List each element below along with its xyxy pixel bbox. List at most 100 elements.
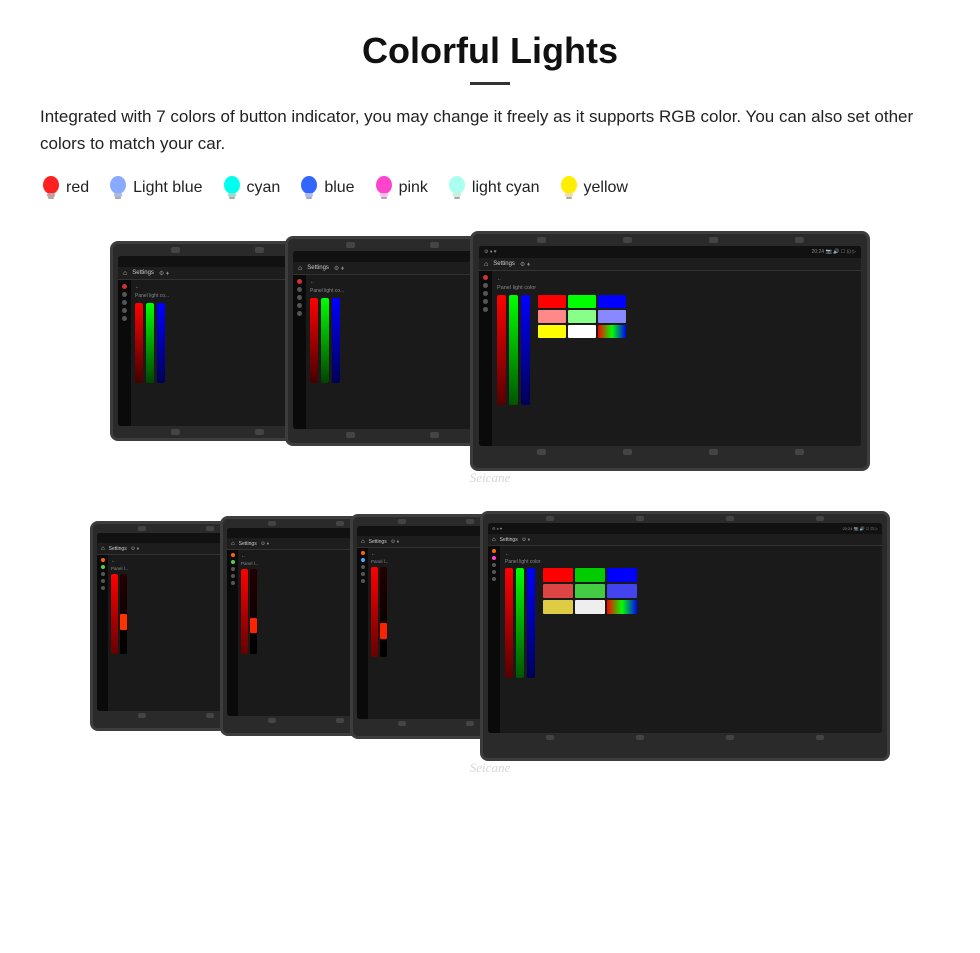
mount-tab-b [709,449,718,455]
color-cell-blue [598,295,626,308]
bd3-settings-label: Settings [369,539,387,545]
mount-tab [546,735,554,740]
mount-tab [466,721,474,726]
mount-tab [138,713,146,718]
settings-icon-3: ⚙ ♦ [520,261,530,268]
color-cell-yellow [538,325,566,338]
color-cell-red [538,295,566,308]
watermark-top: Seicane [470,470,510,486]
mount-tab [709,237,718,243]
settings-icon: ⚙ ♦ [159,270,169,277]
back-arrow-3: ← [497,276,856,282]
color-label-lightcyan: light cyan [472,179,540,197]
bd4-dot [492,577,496,581]
mount-tab [346,242,355,248]
sidebar-dot-2b [297,295,302,300]
mount-tab [336,718,344,723]
color-label-lightblue: Light blue [133,179,202,197]
slider-blue-1 [157,303,165,383]
color-label-cyan: cyan [247,179,281,197]
mount-tab [816,735,824,740]
color-item-red: red [40,175,89,201]
bd4-cc-blue [607,568,637,582]
settings-label-1: Settings [132,270,154,276]
bd4-back: ← [505,551,877,557]
mount-tab-b [623,449,632,455]
bd1-dot-green [101,565,105,569]
bd4-cc-red2 [543,584,573,598]
bd4-settings-icon: ⚙ ♦ [522,537,530,543]
page-title: Colorful Lights [40,30,940,72]
bd4-cc-blue2 [607,584,637,598]
slider-blue-2 [332,298,340,383]
bd4-dot [492,570,496,574]
bd4-status-left: ⚙ ♦ ♥ [492,526,502,531]
device-3: ⚙ ♦ ♥ 20:24 📷 🔊 ☐ ⊡ ▷ ⌂ Settings ⚙ ♦ [470,231,870,471]
bd3-sidebar [357,548,368,719]
color-item-yellow: yellow [558,175,628,201]
sidebar-dot-3b [483,291,488,296]
home-icon: ⌂ [123,270,127,277]
device-3-main: ← Panel light color [492,271,861,446]
page-description: Integrated with 7 colors of button indic… [40,103,940,157]
sidebar-dot-red-3 [483,275,488,280]
left-sidebar-1 [118,280,131,426]
top-device-row: ⚙ ♦ ⌂ Settings ⚙ ♦ [110,231,870,491]
color-cell-purple [598,310,626,323]
sliders-3 [497,295,530,405]
bd4-cc-green2 [575,584,605,598]
bd1-sidebar [97,555,108,711]
bd1-dot [101,572,105,576]
bd3-dot [361,572,365,576]
bottom-device-row: ⚙ ♦ ⌂ Settings ⚙ ♦ ← [90,511,890,781]
bd2-dot [231,574,235,578]
watermark-bottom: Seicane [470,760,510,776]
sidebar-dot-2c [297,303,302,308]
bd1-slider-rk [120,574,127,654]
color-cell-white [568,325,596,338]
bd4-screen: ⚙ ♦ ♥ 20:24 📷 🔊 ☐ ⊡ ▷ ⌂ Settings ⚙ ♦ [488,523,882,733]
bd4-main: ← Panel light color [500,546,882,733]
slider-red-2 [310,298,318,383]
settings-label-2: Settings [307,265,329,271]
mount-tab [268,521,276,526]
mount-tab [636,735,644,740]
mount-tab [206,526,214,531]
mount-tab [636,516,644,521]
bd1-slider-r [111,574,118,654]
panel-light-label-3: Panel light color [497,285,856,291]
mount-tab-b [537,449,546,455]
mount-tab [138,526,146,531]
color-label-yellow: yellow [584,179,628,197]
bottom-device-4: ⚙ ♦ ♥ 20:24 📷 🔊 ☐ ⊡ ▷ ⌂ Settings ⚙ ♦ [480,511,890,761]
bd1-dot-orange [101,558,105,562]
mount-tab [346,432,355,438]
color-cell-pink [538,310,566,323]
mount-tab [726,735,734,740]
title-divider [470,82,510,85]
bd3-home: ⌂ [361,539,365,545]
sidebar-dot-3a [483,283,488,288]
color-item-lightblue: Light blue [107,175,202,201]
mount-tab [537,237,546,243]
mount-tab [398,721,406,726]
slider-red-1 [135,303,143,383]
bulb-icon-blue [298,175,320,201]
color-legend: red Light blue cyan [40,175,940,201]
device-3-screen: ⚙ ♦ ♥ 20:24 📷 🔊 ☐ ⊡ ▷ ⌂ Settings ⚙ ♦ [479,246,861,446]
bd4-color-grid [543,568,637,614]
bd1-accent [120,614,127,630]
bulb-icon-cyan [221,175,243,201]
bd4-cc-rainbow [607,600,637,614]
mount-tab [336,521,344,526]
bd4-body: ← Panel light color [488,546,882,733]
sidebar-dot-3c [483,299,488,304]
slider-g-3 [509,295,518,405]
color-label-pink: pink [399,179,428,197]
bd4-cc-green [575,568,605,582]
color-cell-ltgreen [568,310,596,323]
sidebar-dot-red [122,284,127,289]
slider-b-3 [521,295,530,405]
color-item-blue: blue [298,175,354,201]
sidebar-dot [122,300,127,305]
